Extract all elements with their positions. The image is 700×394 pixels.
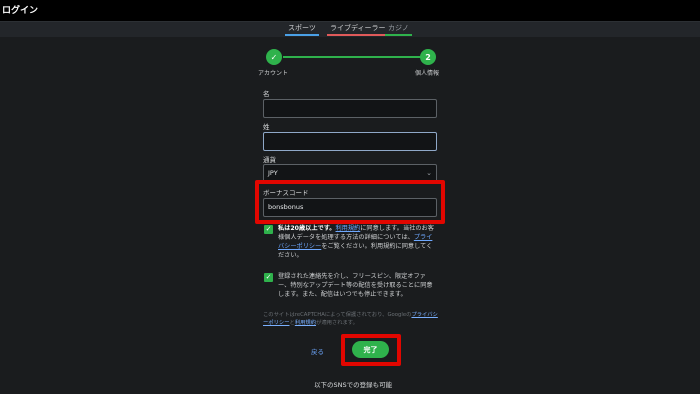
tab-sports-underline: [285, 34, 319, 36]
currency-label: 通貨: [263, 156, 276, 164]
tab-live-dealer[interactable]: ライブディーラー: [327, 23, 389, 36]
page-title: ログイン: [2, 6, 39, 16]
marketing-consent-checkbox[interactable]: ✓: [264, 273, 273, 282]
step-connector: [283, 56, 422, 58]
age-consent-checkbox[interactable]: ✓: [264, 225, 273, 234]
recaptcha-text-1: このサイトはreCAPTCHAによって保護されており、Googleの: [263, 312, 412, 318]
step-2-label: 個人情報: [415, 70, 440, 77]
age-consent-text: 私は20歳以上です。利用規約に同意します。当社のお客様個人データを処理する方法の…: [278, 224, 438, 260]
back-link[interactable]: 戻る: [311, 346, 324, 356]
tab-casino-label: カジノ: [388, 24, 409, 32]
registration-stepper: ✓ 2 アカウント 個人情報: [258, 49, 448, 79]
first-name-input[interactable]: [263, 99, 437, 118]
tab-live-dealer-label: ライブディーラー: [330, 24, 386, 32]
category-tabs: スポーツ ライブディーラー カジノ: [284, 23, 413, 36]
first-name-label: 名: [263, 90, 270, 98]
highlight-box-complete: [341, 334, 401, 366]
last-name-input[interactable]: [263, 132, 437, 151]
step-1-label: アカウント: [258, 70, 289, 77]
recaptcha-notice: このサイトはreCAPTCHAによって保護されており、Googleのプライバシー…: [263, 311, 438, 327]
tab-sports-label: スポーツ: [288, 24, 316, 32]
marketing-consent-text: 登録された連絡先を介し、フリースピン、限定オファー、特別なアップデート等の配信を…: [278, 273, 433, 298]
sns-signup-text: 以下のSNSでの登録も可能: [314, 381, 393, 389]
chevron-down-icon: ⌄: [426, 169, 432, 177]
top-bar: ログイン: [0, 0, 700, 21]
recaptcha-terms-link[interactable]: 利用規約: [295, 320, 316, 326]
age-consent-bold: 私は20歳以上です。: [278, 225, 336, 232]
tab-casino-underline: [385, 34, 412, 36]
last-name-label: 姓: [263, 123, 270, 131]
step-1-check-icon: ✓: [266, 49, 282, 65]
currency-value: JPY: [268, 169, 278, 177]
tab-sports[interactable]: スポーツ: [285, 23, 319, 36]
tab-casino[interactable]: カジノ: [385, 23, 412, 36]
tab-live-dealer-underline: [327, 34, 389, 36]
terms-link[interactable]: 利用規約: [336, 225, 361, 232]
highlight-box-bonus-code: [255, 180, 445, 224]
step-2-circle: 2: [420, 49, 436, 65]
recaptcha-text-2: が適用されます。: [316, 320, 358, 326]
